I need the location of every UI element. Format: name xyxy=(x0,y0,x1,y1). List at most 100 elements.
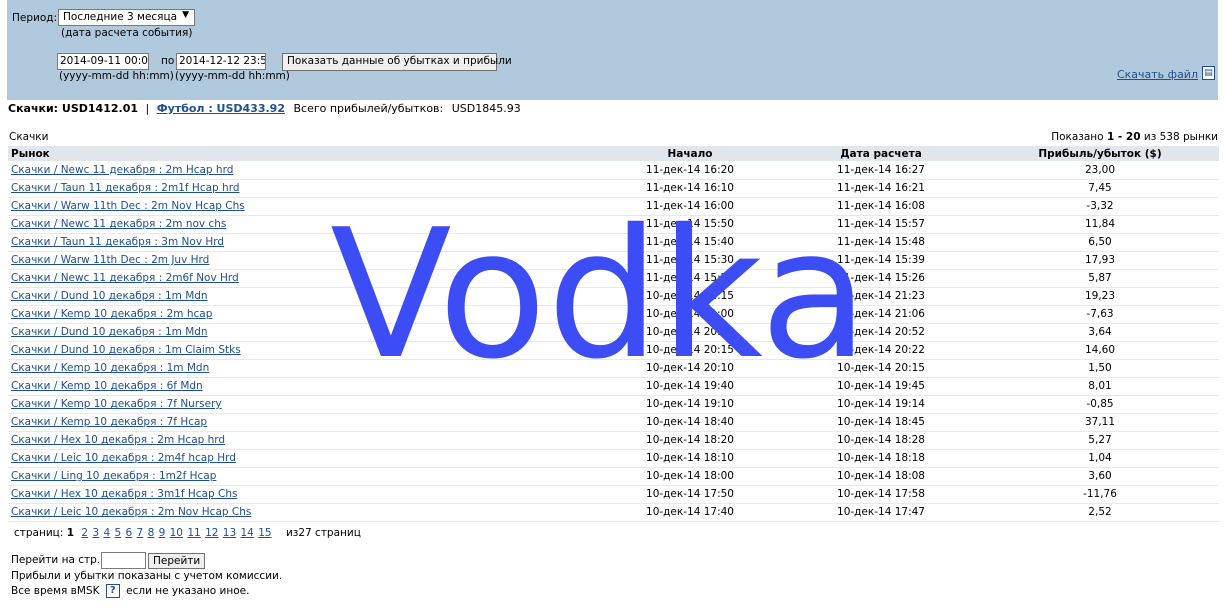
cell-settled: 10-дек-14 18:28 xyxy=(781,431,981,450)
table-row: Скачки / Kemp 10 декабря : 6f Mdn 10-дек-… xyxy=(8,377,1219,396)
download-file-link[interactable]: Скачать файл xyxy=(1117,68,1198,81)
cell-settled: 11-дек-14 15:48 xyxy=(781,233,981,252)
market-link[interactable]: Скачки / Hex 10 декабря : 3m1f Hcap Chs xyxy=(11,488,237,500)
cell-start: 10-дек-14 21:00 xyxy=(599,305,781,324)
goto-page-button[interactable]: Перейти xyxy=(148,553,206,569)
market-link[interactable]: Скачки / Leic 10 декабря : 2m Nov Hcap C… xyxy=(11,506,251,518)
market-link[interactable]: Скачки / Kemp 10 декабря : 1m Mdn xyxy=(11,362,209,374)
cell-market: Скачки / Hex 10 декабря : 3m1f Hcap Chs xyxy=(8,485,599,504)
market-link[interactable]: Скачки / Taun 11 декабря : 3m Nov Hrd xyxy=(11,236,224,248)
market-link[interactable]: Скачки / Kemp 10 декабря : 6f Mdn xyxy=(11,380,203,392)
cell-pl: 3,64 xyxy=(981,323,1219,342)
page-link[interactable]: 13 xyxy=(223,527,236,539)
table-row: Скачки / Leic 10 декабря : 2m4f hcap Hrd… xyxy=(8,449,1219,468)
market-link[interactable]: Скачки / Newc 11 декабря : 2m nov chs xyxy=(11,218,226,230)
cell-market: Скачки / Kemp 10 декабря : 6f Mdn xyxy=(8,377,599,396)
column-header-settled[interactable]: Дата расчета xyxy=(781,146,981,161)
cell-start: 11-дек-14 15:50 xyxy=(599,215,781,234)
cell-settled: 10-дек-14 19:14 xyxy=(781,395,981,414)
page-link[interactable]: 3 xyxy=(92,527,99,539)
period-select[interactable]: Последние 3 месяца ▼ xyxy=(58,9,195,26)
totals-separator: | xyxy=(145,102,150,115)
cell-settled: 10-дек-14 19:45 xyxy=(781,377,981,396)
market-link[interactable]: Скачки / Kemp 10 декабря : 7f Nursery xyxy=(11,398,222,410)
cell-pl: 6,50 xyxy=(981,233,1219,252)
cell-start: 10-дек-14 20:45 xyxy=(599,323,781,342)
cell-market: Скачки / Kemp 10 декабря : 7f Hcap xyxy=(8,413,599,432)
column-header-market[interactable]: Рынок xyxy=(8,146,599,161)
football-total-link[interactable]: Футбол : USD433.92 xyxy=(157,102,285,115)
cell-settled: 11-дек-14 16:27 xyxy=(781,161,981,180)
page-link[interactable]: 14 xyxy=(241,527,254,539)
cell-settled: 11-дек-14 15:39 xyxy=(781,251,981,270)
goto-page-input[interactable] xyxy=(101,552,146,569)
cell-pl: 11,84 xyxy=(981,215,1219,234)
pages-label: страниц: xyxy=(14,527,64,539)
cell-market: Скачки / Kemp 10 декабря : 7f Nursery xyxy=(8,395,599,414)
totals-line: Скачки: USD1412.01 | Футбол : USD433.92 … xyxy=(8,102,521,115)
table-row: Скачки / Newc 11 декабря : 2m6f Nov Hrd 1… xyxy=(8,269,1219,288)
cell-start: 10-дек-14 18:10 xyxy=(599,449,781,468)
cell-pl: -11,76 xyxy=(981,485,1219,504)
market-link[interactable]: Скачки / Dund 10 декабря : 1m Claim Stks xyxy=(11,344,241,356)
market-link[interactable]: Скачки / Hex 10 декабря : 2m Hcap hrd xyxy=(11,434,225,446)
cell-settled: 10-дек-14 20:22 xyxy=(781,341,981,360)
cell-start: 10-дек-14 18:00 xyxy=(599,467,781,486)
cell-start: 10-дек-14 19:40 xyxy=(599,377,781,396)
cell-market: Скачки / Warw 11th Dec : 2m Nov Hcap Chs xyxy=(8,197,599,216)
cell-settled: 10-дек-14 17:58 xyxy=(781,485,981,504)
table-row: Скачки / Kemp 10 декабря : 7f Nursery 10-… xyxy=(8,395,1219,414)
from-format-hint: (yyyy-mm-dd hh:mm) xyxy=(59,70,174,82)
market-link[interactable]: Скачки / Kemp 10 декабря : 2m hcap xyxy=(11,308,212,320)
page-link[interactable]: 11 xyxy=(187,527,200,539)
page-link[interactable]: 8 xyxy=(148,527,155,539)
cell-market: Скачки / Ling 10 декабря : 1m2f Hcap xyxy=(8,467,599,486)
market-link[interactable]: Скачки / Leic 10 декабря : 2m4f hcap Hrd xyxy=(11,452,236,464)
date-to-input[interactable]: 2014-12-12 23:59 xyxy=(176,53,266,70)
download-icon[interactable]: ▤ xyxy=(1202,66,1215,80)
date-from-input[interactable]: 2014-09-11 00:00 xyxy=(57,53,149,70)
column-header-start[interactable]: Начало xyxy=(599,146,781,161)
cell-market: Скачки / Taun 11 декабря : 2m1f Hcap hrd xyxy=(8,179,599,198)
cell-market: Скачки / Newc 11 декабря : 2m6f Nov Hrd xyxy=(8,269,599,288)
help-icon[interactable]: ? xyxy=(105,584,120,598)
market-link[interactable]: Скачки / Dund 10 декабря : 1m Mdn xyxy=(11,290,208,302)
page-link[interactable]: 7 xyxy=(137,527,144,539)
cell-start: 10-дек-14 18:20 xyxy=(599,431,781,450)
cell-settled: 11-дек-14 16:21 xyxy=(781,179,981,198)
table-row: Скачки / Dund 10 декабря : 1m Mdn 10-дек-… xyxy=(8,287,1219,306)
page-link[interactable]: 4 xyxy=(103,527,110,539)
page-link[interactable]: 9 xyxy=(159,527,166,539)
cell-pl: 2,52 xyxy=(981,503,1219,522)
market-link[interactable]: Скачки / Newc 11 декабря : 2m Hcap hrd xyxy=(11,164,233,176)
page-link[interactable]: 12 xyxy=(205,527,218,539)
market-link[interactable]: Скачки / Taun 11 декабря : 2m1f Hcap hrd xyxy=(11,182,240,194)
cell-start: 11-дек-14 15:40 xyxy=(599,233,781,252)
cell-market: Скачки / Warw 11th Dec : 2m Juv Hrd xyxy=(8,251,599,270)
pagination: страниц: 1 2 3 4 5 6 7 8 9 10 11 12 13 1… xyxy=(14,527,361,539)
table-row: Скачки / Dund 10 декабря : 1m Mdn 10-дек-… xyxy=(8,323,1219,342)
cell-settled: 10-дек-14 18:18 xyxy=(781,449,981,468)
table-row: Скачки / Ling 10 декабря : 1m2f Hcap 10-д… xyxy=(8,467,1219,486)
page-link[interactable]: 5 xyxy=(114,527,121,539)
market-link[interactable]: Скачки / Warw 11th Dec : 2m Nov Hcap Chs xyxy=(11,200,245,212)
market-link[interactable]: Скачки / Ling 10 декабря : 1m2f Hcap xyxy=(11,470,216,482)
page-link[interactable]: 10 xyxy=(170,527,183,539)
page-link[interactable]: 2 xyxy=(81,527,88,539)
cell-start: 11-дек-14 15:20 xyxy=(599,269,781,288)
cell-start: 10-дек-14 17:50 xyxy=(599,485,781,504)
market-link[interactable]: Скачки / Dund 10 декабря : 1m Mdn xyxy=(11,326,208,338)
market-link[interactable]: Скачки / Newc 11 декабря : 2m6f Nov Hrd xyxy=(11,272,239,284)
page-link[interactable]: 6 xyxy=(126,527,133,539)
column-header-pl[interactable]: Прибыль/убыток ($) xyxy=(981,146,1219,161)
table-row: Скачки / Newc 11 декабря : 2m nov chs 11-… xyxy=(8,215,1219,234)
page-link[interactable]: 15 xyxy=(258,527,271,539)
cell-pl: 14,60 xyxy=(981,341,1219,360)
period-hint: (дата расчета события) xyxy=(61,27,193,39)
market-link[interactable]: Скачки / Warw 11th Dec : 2m Juv Hrd xyxy=(11,254,209,266)
cell-market: Скачки / Kemp 10 декабря : 1m Mdn xyxy=(8,359,599,378)
market-link[interactable]: Скачки / Kemp 10 декабря : 7f Hcap xyxy=(11,416,207,428)
shown-prefix: Показано xyxy=(1051,131,1104,143)
shown-info: Показано 1 - 20 из 538 рынки xyxy=(1051,131,1218,143)
show-pl-button[interactable]: Показать данные об убытках и прибыли xyxy=(282,53,512,71)
